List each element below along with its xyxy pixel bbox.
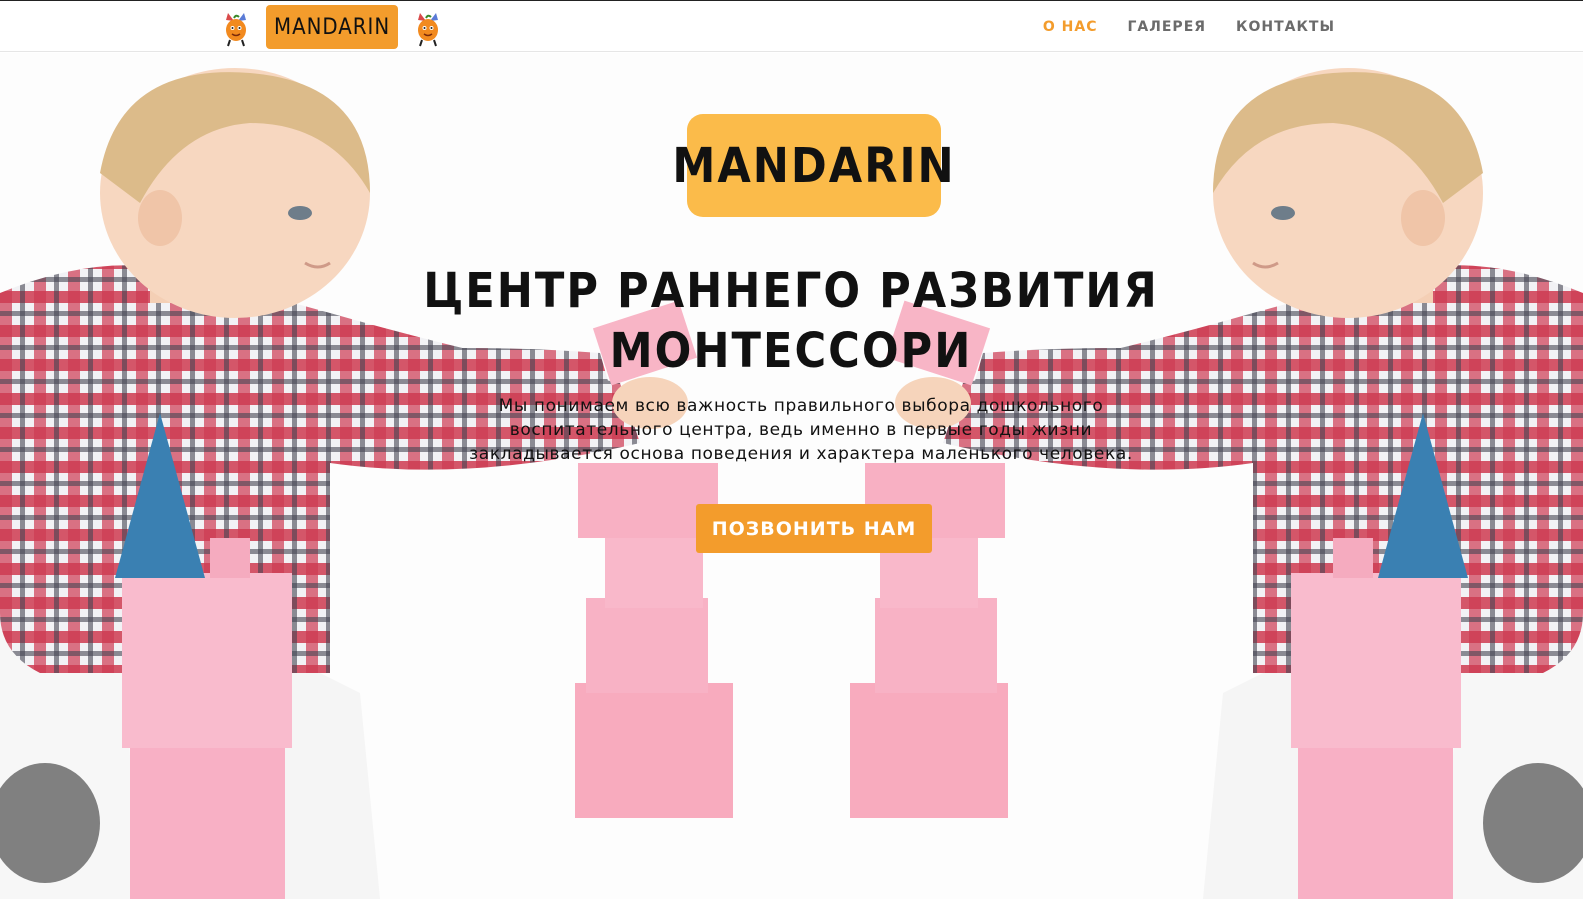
nav-item-about[interactable]: О НАС: [1043, 19, 1098, 35]
mandarin-mascot-icon: [226, 13, 246, 47]
call-us-button[interactable]: ПОЗВОНИТЬ НАМ: [696, 504, 932, 553]
main-nav: О НАС ГАЛЕРЕЯ КОНТАКТЫ: [1043, 1, 1335, 53]
brand[interactable]: MANDARIN: [218, 5, 446, 49]
hero-content: MANDARIN ЦЕНТР РАННЕГО РАЗВИТИЯ МОНТЕССО…: [0, 53, 1583, 899]
site-header: MANDARIN О НАС ГАЛЕРЕЯ КОНТАКТЫ: [0, 0, 1583, 52]
hero-logo: MANDARIN: [672, 114, 954, 217]
nav-item-gallery[interactable]: ГАЛЕРЕЯ: [1127, 19, 1206, 35]
nav-item-contacts[interactable]: КОНТАКТЫ: [1236, 19, 1335, 35]
hero-title-line2: МОНТЕССОРИ: [609, 323, 973, 379]
header-logo[interactable]: MANDARIN: [266, 5, 399, 49]
hero-description: Мы понимаем всю важность правильного выб…: [469, 396, 1133, 464]
mandarin-mascot-icon: [418, 13, 439, 47]
hero-title-line1: ЦЕНТР РАННЕГО РАЗВИТИЯ: [423, 263, 1159, 319]
hero-title: ЦЕНТР РАННЕГО РАЗВИТИЯ МОНТЕССОРИ: [391, 261, 1191, 381]
hero-section: MANDARIN ЦЕНТР РАННЕГО РАЗВИТИЯ МОНТЕССО…: [0, 53, 1583, 899]
